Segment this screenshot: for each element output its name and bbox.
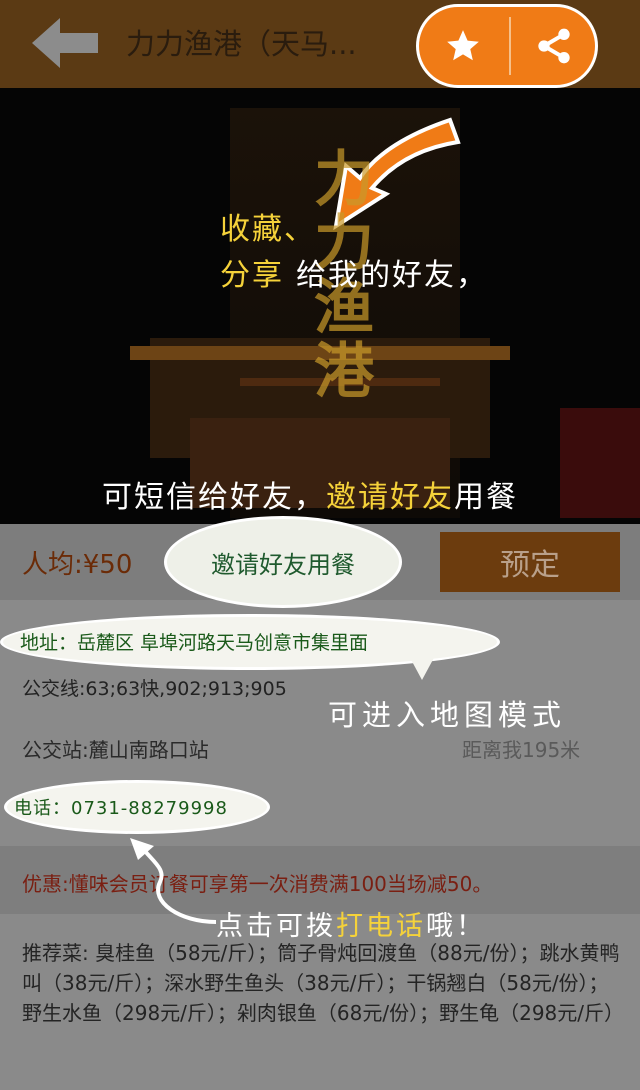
average-price: 人均:¥50: [22, 550, 133, 580]
action-pill: [416, 4, 598, 88]
tip-share-text: 给我的好友，: [296, 258, 488, 293]
tip-sms-part: 用餐: [454, 480, 518, 515]
tip-favorite: 收藏、: [220, 212, 316, 247]
tip-sms-part: 可短信给好友，: [102, 480, 326, 515]
star-icon: [447, 30, 479, 61]
bus-stop: 公交站:麓山南路口站: [22, 738, 209, 762]
address-bubble-tail: [408, 654, 436, 680]
promo-text: 优惠:懂味会员订餐可享第一次消费满100当场减50。: [22, 872, 493, 896]
tip-sms: 可短信给好友，邀请好友用餐: [102, 472, 518, 516]
share-button[interactable]: [511, 7, 597, 85]
distance: 距离我195米: [462, 738, 581, 762]
book-button[interactable]: 预定: [440, 532, 620, 592]
back-arrow-icon: [32, 18, 98, 68]
red-shopfront: [560, 408, 640, 518]
tip-share-highlight: 分享: [220, 258, 284, 293]
restaurant-photo: 力力渔港: [0, 88, 640, 524]
share-icon: [538, 28, 570, 64]
back-button[interactable]: [28, 14, 102, 72]
invite-friends-button[interactable]: 邀请好友用餐: [164, 516, 402, 608]
tip-sms-highlight: 邀请好友: [326, 480, 454, 515]
recommended-dishes: 推荐菜: 臭桂鱼（58元/斤）；筒子骨炖回渡鱼（88元/份）；跳水黄鸭叫（38元…: [22, 941, 625, 1025]
bus-lines: 公交线:63;63快,902;913;905: [22, 678, 287, 700]
invite-friends-label: 邀请好友用餐: [211, 550, 355, 579]
address-text[interactable]: 地址：岳麓区 阜埠河路天马创意市集里面: [20, 628, 368, 655]
page-title: 力力渔港（天马...: [126, 27, 357, 61]
favorite-button[interactable]: [419, 7, 507, 85]
curved-arrow-icon: [130, 838, 217, 924]
map-tip: 可进入地图模式: [328, 698, 567, 732]
phone-number[interactable]: 电话：0731-88279998: [14, 794, 228, 820]
